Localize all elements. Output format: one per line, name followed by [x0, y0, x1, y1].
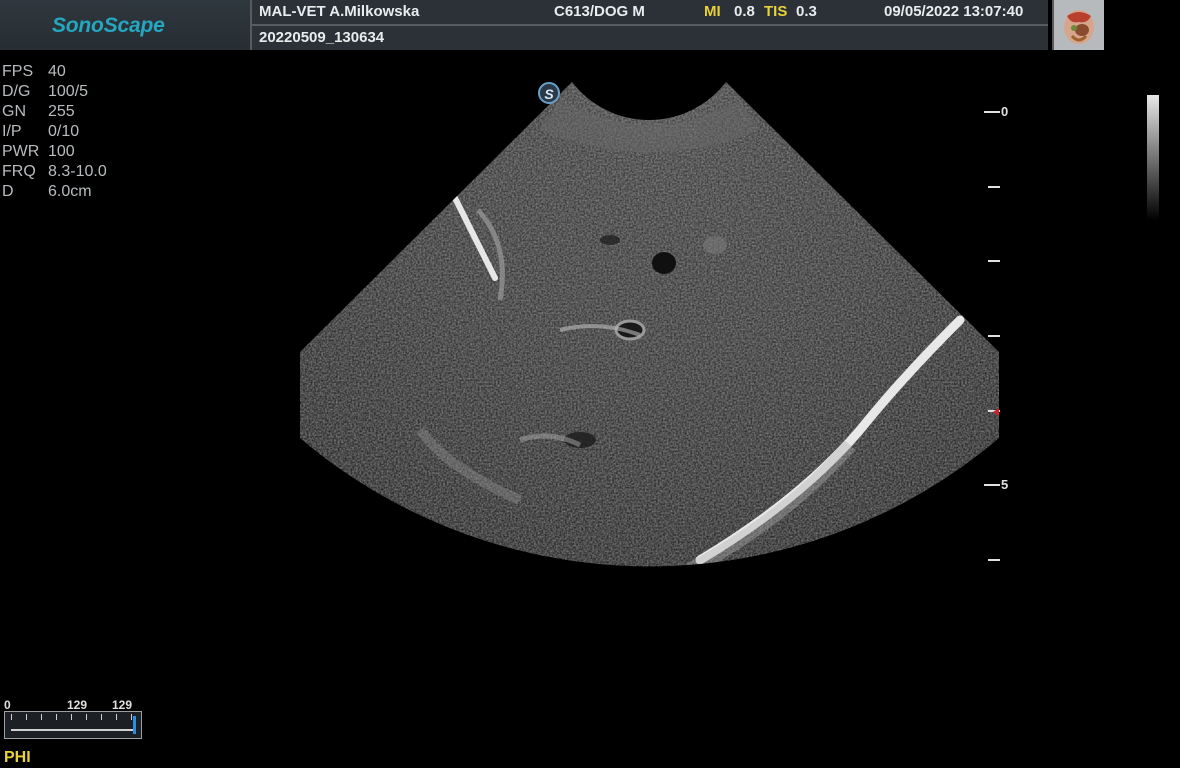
brand-logo-text: SonoScape — [52, 14, 165, 37]
map-bar-slider[interactable] — [133, 716, 136, 734]
study-id: 20220509_130634 — [259, 29, 385, 46]
depth-tick-0 — [984, 111, 1000, 113]
header-study-row: 20220509_130634 — [252, 26, 1048, 50]
mi-label: MI — [704, 3, 721, 20]
gray-map-bar[interactable] — [4, 711, 142, 739]
depth-label-5: 5 — [1001, 477, 1009, 492]
depth-tick-1 — [988, 186, 1000, 188]
depth-tick-5 — [984, 484, 1000, 486]
depth-tick-3 — [988, 335, 1000, 337]
map-label-max: 129 — [112, 698, 133, 712]
header-info-row: MAL-VET A.Milkowska C613/DOG M MI 0.8 TI… — [252, 0, 1048, 26]
map-bar-track — [11, 729, 133, 731]
map-label-min: 0 — [4, 698, 11, 712]
depth-tick-6 — [988, 559, 1000, 561]
depth-tick-2 — [988, 260, 1000, 262]
mode-label: PHI — [4, 749, 31, 766]
institution-name: MAL-VET A.Milkowska — [259, 3, 420, 20]
probe-preset: C613/DOG M — [554, 3, 645, 20]
tis-value: 0.3 — [796, 3, 817, 20]
probe-orientation-marker: S — [538, 82, 560, 104]
grayscale-bar — [1147, 95, 1159, 220]
tis-label: TIS — [764, 3, 788, 20]
map-label-mid: 129 — [67, 698, 88, 712]
map-bar-ticks — [11, 714, 133, 720]
exam-datetime: 09/05/2022 13:07:40 — [884, 3, 1024, 20]
probe-marker-glyph: S — [544, 86, 554, 102]
ultrasound-image[interactable]: S — [0, 50, 1180, 768]
focus-marker-icon[interactable] — [993, 408, 999, 416]
scan-sector — [300, 82, 999, 567]
brand-logo: SonoScape — [0, 0, 252, 50]
header-bar: SonoScape MAL-VET A.Milkowska C613/DOG M… — [0, 0, 1180, 50]
depth-label-0: 0 — [1001, 104, 1009, 119]
organ-graphic-icon — [1064, 10, 1094, 44]
mi-value: 0.8 — [734, 3, 755, 20]
abdomen-organ-icon[interactable] — [1052, 0, 1104, 50]
